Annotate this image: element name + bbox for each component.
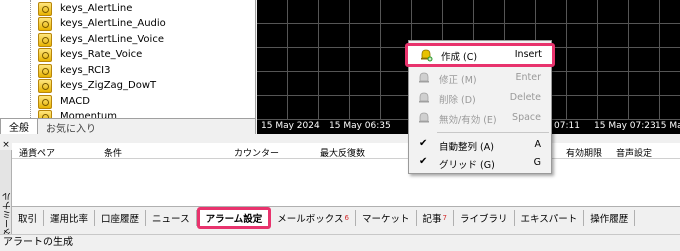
tab-label: メールボックス [277, 213, 344, 225]
column-condition[interactable]: 条件 [104, 146, 122, 159]
tab-favorites[interactable]: お気に入り [38, 119, 104, 135]
tab-news[interactable]: ニュース [146, 209, 197, 226]
tab-library[interactable]: ライブラリ [454, 209, 515, 226]
tab-exposure[interactable]: 運用比率 [44, 209, 96, 226]
navigator-panel: keys_AlertLine keys_AlertLine_Audio keys… [0, 0, 256, 134]
tab-mailbox[interactable]: メールボックス 6 [271, 209, 356, 226]
menu-item-toggle-enable[interactable]: 無効/有効 (E) Space [409, 108, 551, 128]
menu-item-label: 作成 (C) [441, 52, 478, 63]
indicator-icon [38, 78, 52, 93]
column-symbol[interactable]: 通貨ペア [19, 146, 55, 159]
tab-trade[interactable]: 取引 [12, 209, 45, 226]
tab-label: 口座履歴 [101, 213, 140, 225]
context-menu: 作成 (C) Insert 修正 (M) Enter 削除 (D) Delete… [405, 40, 555, 174]
menu-item-auto-arrange[interactable]: ✔ 自動整列 (A) A [409, 135, 551, 155]
menu-item-grid[interactable]: ✔ グリッド (G) G [409, 153, 551, 173]
tab-market[interactable]: マーケット [356, 209, 417, 226]
tab-label: 操作履歴 [590, 213, 629, 225]
navigator-tabs: 全般 お気に入り [0, 118, 255, 135]
menu-item-label: 無効/有効 (E) [439, 115, 497, 126]
tab-label: ライブラリ [459, 213, 508, 225]
terminal-close-icon[interactable]: × [0, 140, 12, 150]
alarm-bell-delete-icon [419, 92, 429, 103]
column-expiration[interactable]: 有効期限 [566, 146, 602, 159]
menu-item-shortcut: Delete [509, 92, 541, 103]
navigator-item-label: keys_AlertLine [60, 3, 133, 14]
checkmark-icon: ✔ [419, 156, 428, 167]
tab-alerts[interactable]: アラーム設定 [196, 206, 272, 229]
tab-label: アラーム設定 [205, 213, 263, 225]
navigator-item-label: keys_Rate_Voice [60, 49, 143, 60]
navigator-item-label: keys_AlertLine_Voice [60, 34, 164, 45]
menu-item-label: 削除 (D) [439, 95, 476, 106]
status-bar: アラートの生成 [0, 234, 680, 251]
navigator-item-label: MACD [60, 96, 90, 107]
indicator-icon [38, 16, 52, 31]
terminal-side-bar: ターミナル [0, 150, 13, 238]
indicator-icon [38, 47, 52, 62]
tab-label: ニュース [152, 213, 190, 225]
tab-label: 記事 [422, 213, 442, 225]
navigator-item-label: keys_ZigZag_DowT [60, 80, 157, 91]
menu-item-delete[interactable]: 削除 (D) Delete [409, 88, 551, 108]
tab-history[interactable]: 口座履歴 [95, 209, 147, 226]
alarm-bell-edit-icon [419, 72, 429, 83]
menu-item-modify[interactable]: 修正 (M) Enter [409, 68, 551, 88]
navigator-item-label: keys_AlertLine_Audio [60, 18, 166, 29]
column-max-iterations[interactable]: 最大反復数 [320, 146, 365, 159]
time-tick: 07:11 [554, 121, 580, 131]
tab-experts[interactable]: エキスパート [515, 209, 585, 226]
menu-item-label: 自動整列 (A) [439, 142, 494, 153]
menu-item-create[interactable]: 作成 (C) Insert [405, 43, 555, 67]
alarm-bell-toggle-icon [419, 112, 429, 123]
navigator-item-label: keys_RCI3 [60, 65, 111, 76]
menu-item-shortcut: Enter [515, 72, 542, 83]
menu-item-shortcut: Insert [514, 49, 542, 60]
menu-item-shortcut: Space [512, 112, 541, 123]
tab-label: 取引 [18, 213, 38, 225]
terminal-alarm-list[interactable] [12, 159, 680, 206]
tree-line [30, 0, 31, 118]
alarm-bell-add-icon [421, 49, 433, 62]
menu-item-label: 修正 (M) [439, 75, 477, 86]
tab-label: エキスパート [520, 213, 578, 225]
tab-badge: 6 [344, 213, 349, 222]
tab-label: 運用比率 [50, 213, 89, 225]
menu-item-label: グリッド (G) [439, 160, 495, 171]
tab-journal[interactable]: 操作履歴 [584, 209, 636, 226]
menu-separator [437, 132, 549, 133]
menu-item-shortcut: A [534, 139, 542, 150]
menu-item-shortcut: G [533, 157, 541, 168]
time-tick: 15 May [655, 121, 680, 131]
terminal-column-header: 通貨ペア 条件 カウンター 最大反復数 有効期限 音声設定 [12, 143, 680, 159]
checkmark-icon: ✔ [419, 138, 428, 149]
tab-articles[interactable]: 記事 7 [417, 209, 454, 226]
time-tick: 15 May 06:35 [329, 121, 391, 131]
time-tick: 15 May 2024 [261, 121, 320, 131]
tab-general[interactable]: 全般 [0, 119, 38, 134]
time-tick: 15 May 07:23 [594, 121, 656, 131]
terminal-tabs: 取引 運用比率 口座履歴 ニュース アラーム設定 メールボックス 6 マーケット … [12, 206, 680, 229]
column-counter[interactable]: カウンター [234, 146, 279, 159]
tab-label: マーケット [361, 213, 410, 225]
column-sound[interactable]: 音声設定 [616, 146, 652, 159]
tab-badge: 7 [442, 213, 447, 222]
